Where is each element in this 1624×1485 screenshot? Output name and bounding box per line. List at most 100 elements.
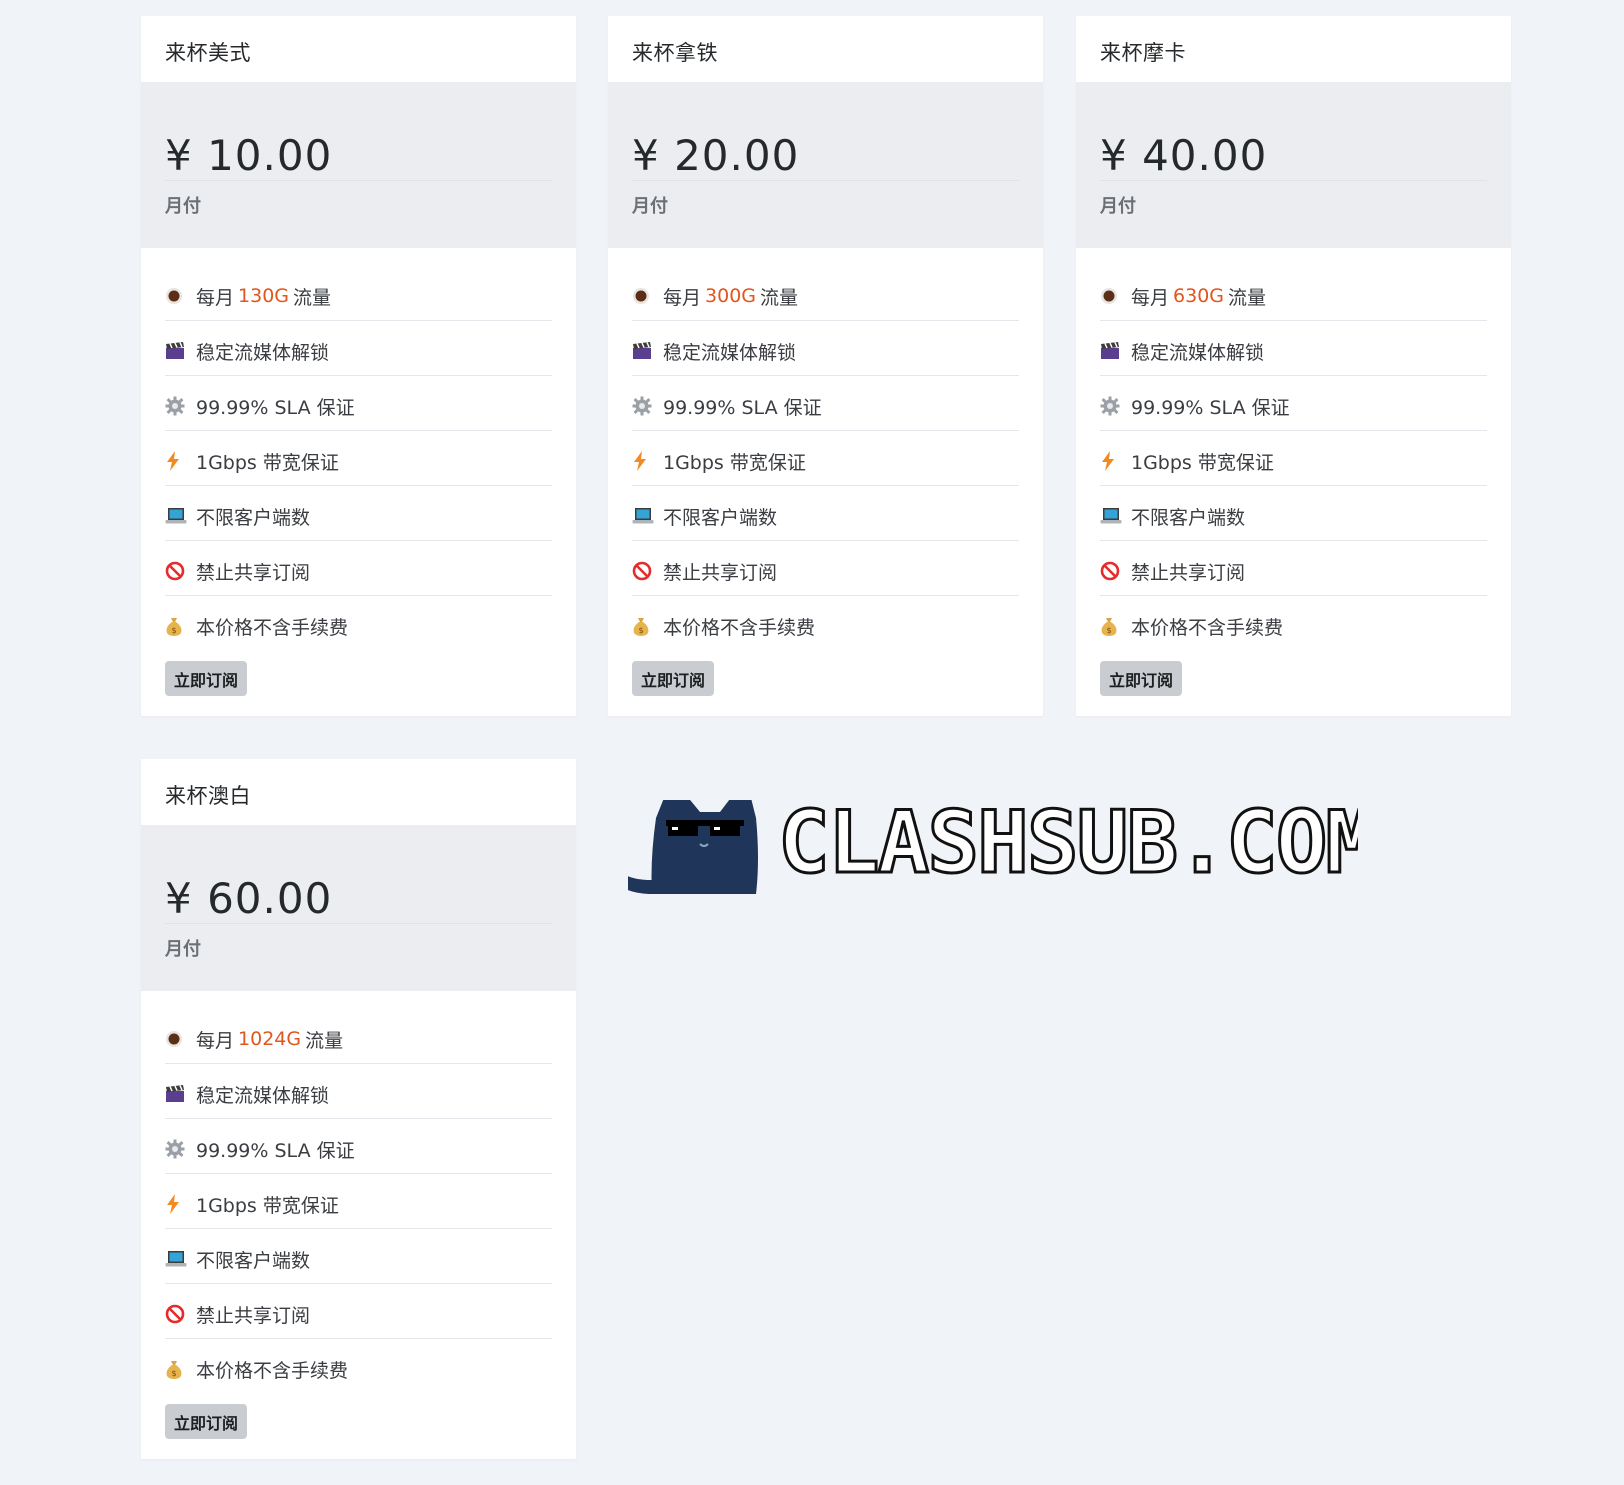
traffic-prefix: 每月 [1131, 286, 1170, 309]
feature-item: $ 本价格不含手续费 [1100, 596, 1487, 651]
plan-price: ¥ 40.00 [1100, 131, 1268, 180]
traffic-prefix: 每月 [196, 1029, 235, 1052]
feature-label: 1Gbps 带宽保证 [663, 451, 806, 474]
money-bag-icon: $ [165, 1359, 191, 1381]
money-bag-icon: $ [165, 616, 191, 638]
plan-card-header: 来杯拿铁 [608, 16, 1043, 82]
feature-item-traffic: 每月 300G 流量 [632, 266, 1019, 321]
prohibited-icon [632, 560, 658, 582]
price-block: ¥ 10.00 月付 [141, 82, 576, 248]
svg-text:$: $ [638, 626, 643, 635]
money-bag-icon: $ [632, 616, 658, 638]
svg-text:$: $ [171, 626, 176, 635]
money-bag-icon: $ [1100, 616, 1126, 638]
feature-item: 1Gbps 带宽保证 [1100, 431, 1487, 486]
feature-label: 1Gbps 带宽保证 [196, 451, 339, 474]
traffic-suffix: 流量 [293, 286, 332, 309]
price-block: ¥ 20.00 月付 [608, 82, 1043, 248]
laptop-icon [165, 505, 191, 527]
plan-title: 来杯拿铁 [632, 41, 718, 65]
plan-price: ¥ 20.00 [632, 131, 800, 180]
gear-icon [1100, 395, 1126, 417]
feature-label: 99.99% SLA 保证 [196, 396, 355, 419]
coffee-icon [165, 1028, 191, 1050]
feature-item-traffic: 每月 130G 流量 [165, 266, 552, 321]
plan-card: 来杯摩卡 ¥ 40.00 月付 每月 630G 流量 稳定流媒体解锁 99.99% SLA 保… [1076, 16, 1511, 716]
feature-label: 99.99% SLA 保证 [196, 1139, 355, 1162]
feature-item: $ 本价格不含手续费 [632, 596, 1019, 651]
feature-list: 每月 130G 流量稳定流媒体解锁 99.99% SLA 保证 1Gbps 带宽保证 不限… [141, 248, 576, 651]
laptop-icon [632, 505, 658, 527]
subscribe-button[interactable]: 立即订阅 [1100, 661, 1183, 696]
traffic-prefix: 每月 [196, 286, 235, 309]
card-footer-spacer [1076, 696, 1511, 716]
billing-period: 月付 [165, 939, 201, 960]
feature-item-traffic: 每月 630G 流量 [1100, 266, 1487, 321]
plan-title: 来杯美式 [165, 41, 251, 65]
feature-item: 不限客户端数 [165, 1229, 552, 1284]
subscribe-button[interactable]: 立即订阅 [165, 1404, 248, 1439]
feature-label: 99.99% SLA 保证 [663, 396, 822, 419]
feature-item: 稳定流媒体解锁 [632, 321, 1019, 376]
card-footer-spacer [608, 696, 1043, 716]
plan-card-header: 来杯摩卡 [1076, 16, 1511, 82]
card-footer-spacer [141, 1439, 576, 1459]
traffic-suffix: 流量 [305, 1029, 344, 1052]
feature-item: 稳定流媒体解锁 [165, 1064, 552, 1119]
prohibited-icon [165, 1303, 191, 1325]
divider [1100, 180, 1487, 181]
laptop-icon [1100, 505, 1126, 527]
subscribe-button[interactable]: 立即订阅 [632, 661, 715, 696]
traffic-amount: 630G [1173, 285, 1225, 307]
feature-list: 每月 300G 流量稳定流媒体解锁 99.99% SLA 保证 1Gbps 带宽保证 不限… [608, 248, 1043, 651]
feature-list: 每月 1024G 流量稳定流媒体解锁 99.99% SLA 保证 1Gbps 带宽保证不… [141, 991, 576, 1394]
feature-item: $ 本价格不含手续费 [165, 596, 552, 651]
feature-item: 1Gbps 带宽保证 [165, 1174, 552, 1229]
feature-label: 禁止共享订阅 [663, 561, 778, 584]
feature-item: 禁止共享订阅 [165, 1284, 552, 1339]
feature-label: 本价格不含手续费 [196, 1360, 349, 1382]
price-block: ¥ 60.00 月付 [141, 825, 576, 991]
feature-label: 不限客户端数 [663, 506, 778, 529]
coffee-icon [1100, 285, 1126, 307]
card-footer-spacer [141, 696, 576, 716]
feature-label: 稳定流媒体解锁 [196, 1084, 330, 1107]
billing-period: 月付 [632, 196, 668, 217]
traffic-prefix: 每月 [663, 286, 702, 309]
coffee-icon [632, 285, 658, 307]
feature-item: 不限客户端数 [632, 486, 1019, 541]
plan-title: 来杯澳白 [165, 784, 251, 808]
logo-text: CLASHSUB.COM [778, 800, 1358, 893]
feature-item: 稳定流媒体解锁 [1100, 321, 1487, 376]
traffic-suffix: 流量 [760, 286, 799, 309]
feature-item: 不限客户端数 [165, 486, 552, 541]
clapperboard-icon [165, 1083, 191, 1105]
plan-title: 来杯摩卡 [1100, 41, 1186, 65]
feature-label: 本价格不含手续费 [196, 617, 349, 639]
traffic-amount: 130G [238, 285, 290, 307]
svg-text:$: $ [171, 1369, 176, 1378]
feature-item: 99.99% SLA 保证 [632, 376, 1019, 431]
feature-label: 稳定流媒体解锁 [196, 341, 330, 364]
lightning-icon [632, 450, 658, 472]
lightning-icon [1100, 450, 1126, 472]
plan-card: 来杯澳白 ¥ 60.00 月付每月 1024G 流量稳定流媒体解锁 99.99% SLA … [141, 759, 576, 1459]
plan-price: ¥ 60.00 [165, 874, 333, 923]
feature-item: 禁止共享订阅 [165, 541, 552, 596]
gear-icon [165, 395, 191, 417]
plan-card-header: 来杯美式 [141, 16, 576, 82]
plan-card: 来杯美式 ¥ 10.00 月付每月 130G 流量稳定流媒体解锁 99.99% SLA 保… [141, 16, 576, 716]
subscribe-button[interactable]: 立即订阅 [165, 661, 248, 696]
clapperboard-icon [1100, 340, 1126, 362]
coffee-icon [165, 285, 191, 307]
feature-label: 99.99% SLA 保证 [1131, 396, 1290, 419]
divider [165, 180, 552, 181]
feature-label: 稳定流媒体解锁 [663, 341, 797, 364]
feature-item: 稳定流媒体解锁 [165, 321, 552, 376]
feature-item: 禁止共享订阅 [1100, 541, 1487, 596]
feature-item: 99.99% SLA 保证 [1100, 376, 1487, 431]
clapperboard-icon [165, 340, 191, 362]
feature-list: 每月 630G 流量 稳定流媒体解锁 99.99% SLA 保证 1Gbps 带宽保证 不限… [1076, 248, 1511, 651]
traffic-amount: 1024G [238, 1028, 302, 1050]
feature-label: 不限客户端数 [196, 506, 311, 529]
